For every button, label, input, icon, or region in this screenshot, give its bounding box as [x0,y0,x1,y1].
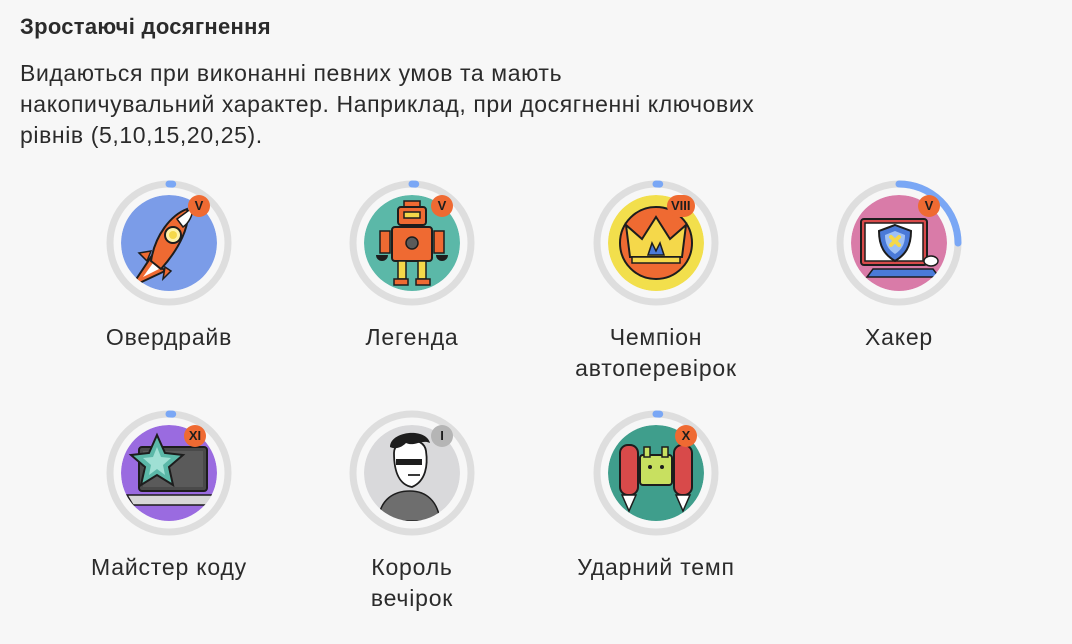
description-line: накопичувальний характер. Наприклад, при… [20,91,755,117]
badge-ring: V [834,178,964,308]
level-badge: VIII [667,195,695,217]
level-badge: V [918,195,940,217]
level-badge: X [675,425,697,447]
badge-overdrive[interactable]: V Овердрайв [49,178,289,353]
badge-legend[interactable]: V Легенда [292,178,532,353]
badge-party-king[interactable]: I Король вечірок [292,408,532,614]
level-badge: XI [184,425,206,447]
section-description: Видаються при виконанні певних умов та м… [20,58,880,151]
badge-name: Овердрайв [105,324,233,350]
section-title: Зростаючі досягнення [20,14,271,39]
level-badge: V [188,195,210,217]
badge-name: Король вечірок [370,554,454,611]
level-badge: V [431,195,453,217]
badge-name: Чемпіон автоперевірок [575,324,737,381]
badge-name: Майстер коду [91,554,247,580]
description-line: рівнів (5,10,15,20,25). [20,122,263,148]
badge-code-master[interactable]: XI Майстер коду [49,408,289,583]
badge-ring: XI [104,408,234,538]
badge-strike-pace[interactable]: X Ударний темп [536,408,776,583]
badge-ring: V [347,178,477,308]
level-badge: I [431,425,453,447]
badge-ring: VIII [591,178,721,308]
badge-name: Легенда [365,324,459,350]
badge-hacker[interactable]: V Хакер [779,178,1019,353]
achievements-page: Зростаючі досягнення Видаються при викон… [0,0,1072,644]
badge-ring: X [591,408,721,538]
badge-name: Ударний темп [577,554,735,580]
badge-autocheck-champion[interactable]: VIII Чемпіон автоперевірок [536,178,776,384]
badge-ring: I [347,408,477,538]
badge-ring: V [104,178,234,308]
description-line: Видаються при виконанні певних умов та м… [20,60,563,86]
badge-name: Хакер [864,324,934,350]
